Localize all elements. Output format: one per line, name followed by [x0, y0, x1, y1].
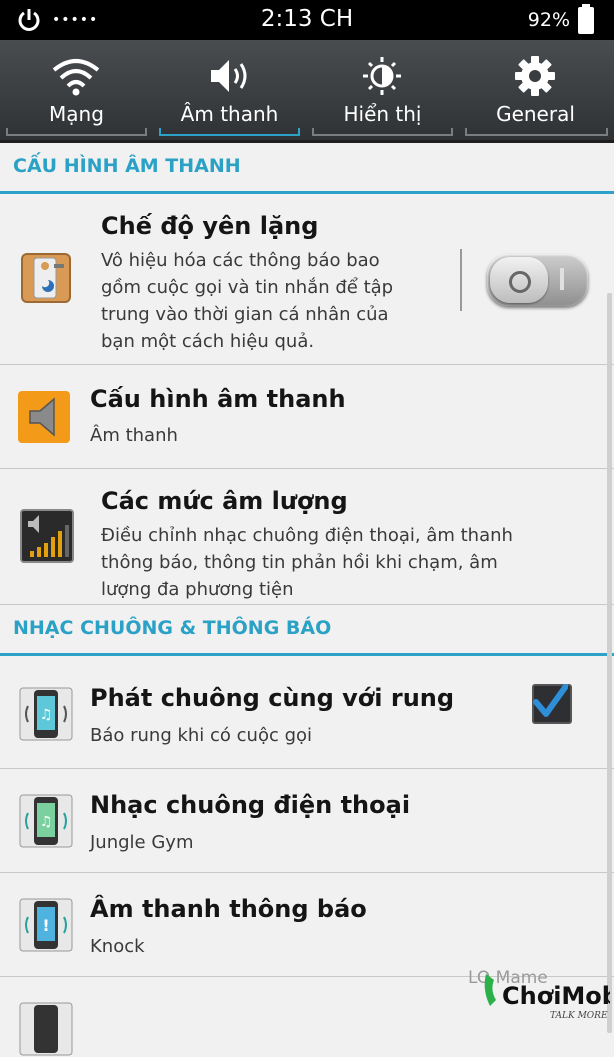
item-subtitle: Jungle Gym	[90, 832, 194, 853]
wifi-icon	[52, 59, 100, 96]
subtitle-line: gồm cuộc gọi và tin nhắn để tập	[101, 277, 394, 298]
tab-indicator	[159, 128, 300, 136]
item-title: Các mức âm lượng	[101, 487, 348, 515]
settings-list: CẤU HÌNH ÂM THANH Chế độ yên lặng Vô hiệ…	[0, 143, 614, 1056]
phone-vibrate-music-icon: ♫	[19, 687, 73, 741]
phone-ringtone-icon: ♫	[19, 794, 73, 848]
settings-tabs: Mạng Âm thanh Hiển thị General	[0, 40, 614, 143]
door-hanger-icon	[21, 253, 71, 303]
toggle-on-mark	[560, 268, 564, 290]
section-header-sound-config: CẤU HÌNH ÂM THANH	[0, 143, 614, 194]
item-title: Chế độ yên lặng	[101, 212, 319, 240]
toggle-knob	[490, 257, 548, 303]
list-item-notification-sound[interactable]: ! Âm thanh thông báo Knock	[0, 873, 614, 977]
list-item-vibrate-ring[interactable]: ♫ Phát chuông cùng với rung Báo rung khi…	[0, 656, 614, 769]
svg-text:♫: ♫	[40, 814, 53, 830]
tab-indicator	[465, 128, 608, 136]
item-subtitle: Điều chỉnh nhạc chuông điện thoại, âm th…	[101, 522, 513, 603]
item-subtitle: Báo rung khi có cuộc gọi	[90, 725, 313, 746]
battery-icon	[578, 4, 594, 34]
tab-label: Mạng	[49, 102, 104, 126]
item-subtitle: Knock	[90, 936, 145, 957]
svg-text:!: !	[42, 916, 49, 935]
tab-sound[interactable]: Âm thanh	[153, 40, 306, 140]
tab-label: Âm thanh	[180, 102, 279, 126]
list-item-ringtone[interactable]: ♫ Nhạc chuông điện thoại Jungle Gym	[0, 769, 614, 873]
speaker-orange-icon	[18, 391, 70, 443]
item-title: Nhạc chuông điện thoại	[90, 791, 411, 819]
status-bar: ••••• 2:13 CH 92%	[0, 0, 614, 40]
item-subtitle: Âm thanh	[90, 425, 178, 446]
vibrate-checkbox[interactable]	[532, 684, 572, 724]
item-title: Phát chuông cùng với rung	[90, 684, 455, 712]
brightness-icon	[363, 57, 401, 95]
phone-icon	[19, 1002, 73, 1056]
scrollbar[interactable]	[607, 293, 612, 1033]
subtitle-line: Điều chỉnh nhạc chuông điện thoại, âm th…	[101, 525, 513, 546]
section-title: NHẠC CHUÔNG & THÔNG BÁO	[13, 617, 332, 639]
tab-indicator	[6, 128, 147, 136]
speaker-icon	[211, 60, 247, 92]
checkmark-icon	[533, 684, 568, 717]
section-header-ringtone-notification: NHẠC CHUÔNG & THÔNG BÁO	[0, 605, 614, 656]
section-title: CẤU HÌNH ÂM THANH	[13, 155, 241, 177]
silent-mode-toggle[interactable]	[487, 254, 588, 306]
subtitle-line: bạn một cách hiệu quả.	[101, 331, 315, 352]
tab-general[interactable]: General	[459, 40, 614, 140]
gear-icon	[515, 56, 555, 96]
clock: 2:13 CH	[260, 6, 354, 32]
phone-notification-icon: !	[19, 898, 73, 952]
tab-indicator	[312, 128, 453, 136]
tab-display[interactable]: Hiển thị	[306, 40, 459, 140]
tab-label: Hiển thị	[343, 102, 422, 126]
logo-tagline: TALK MORE	[550, 1011, 608, 1021]
battery-level: 92%	[527, 9, 570, 31]
item-subtitle: Vô hiệu hóa các thông báo bao gồm cuộc g…	[101, 247, 393, 355]
subtitle-line: thông báo, thông tin phản hồi khi chạm, …	[101, 552, 498, 573]
svg-text:♫: ♫	[40, 707, 53, 723]
divider	[460, 249, 462, 311]
subtitle-line: lượng đa phương tiện	[101, 579, 294, 600]
list-item-sound-profile[interactable]: Cấu hình âm thanh Âm thanh	[0, 365, 614, 469]
item-title: Cấu hình âm thanh	[90, 385, 346, 413]
subtitle-line: trung vào thời gian cá nhân của	[101, 304, 389, 325]
tab-network[interactable]: Mạng	[0, 40, 153, 140]
subtitle-line: Vô hiệu hóa các thông báo bao	[101, 250, 380, 271]
item-title: Âm thanh thông báo	[90, 895, 367, 923]
volume-levels-icon	[20, 509, 74, 563]
logo-text: ChơiMobile	[502, 982, 610, 1010]
brand-logo: ChơiMobile TALK MORE	[484, 974, 610, 1021]
list-item-silent-mode[interactable]: Chế độ yên lặng Vô hiệu hóa các thông bá…	[0, 194, 614, 365]
list-item-volume-levels[interactable]: Các mức âm lượng Điều chỉnh nhạc chuông …	[0, 469, 614, 605]
tab-label: General	[496, 102, 575, 126]
